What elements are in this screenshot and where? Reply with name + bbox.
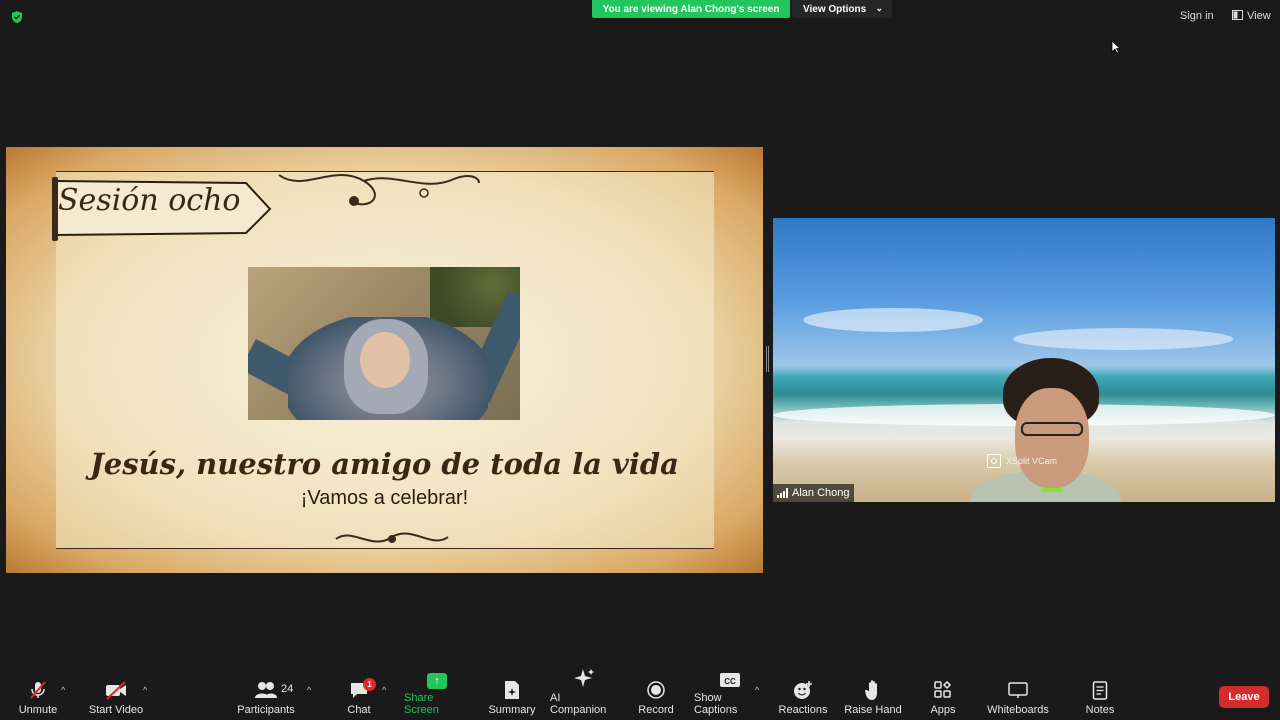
view-button[interactable]: View — [1226, 8, 1277, 24]
viewing-screen-banner: You are viewing Alan Chong's screen — [592, 0, 790, 18]
whiteboard-icon — [1008, 679, 1028, 701]
photo-face — [360, 332, 410, 388]
shared-screen-slide: Sesión ocho Jesús, nuestro amigo de toda… — [6, 147, 763, 573]
decorative-flourish-top — [278, 174, 480, 206]
person-glasses — [1021, 422, 1083, 436]
raise-hand-label: Raise Hand — [844, 704, 902, 716]
summary-document-icon — [503, 679, 521, 701]
leave-label: Leave — [1228, 691, 1260, 703]
raised-hand-icon — [864, 679, 882, 701]
reactions-button[interactable]: Reactions — [778, 672, 828, 720]
participant-name-tag: Alan Chong — [773, 484, 854, 502]
unmute-button[interactable]: Unmute — [14, 672, 62, 720]
sparkle-icon — [573, 667, 595, 689]
video-camera-off-icon — [104, 679, 128, 701]
leave-button[interactable]: Leave — [1219, 686, 1269, 708]
view-options-button[interactable]: View Options ⌄ — [792, 0, 892, 18]
signal-strength-icon — [777, 488, 788, 498]
record-button[interactable]: Record — [634, 672, 678, 720]
participant-person — [941, 358, 1151, 502]
slide-photo — [248, 267, 520, 420]
record-icon — [646, 679, 666, 701]
chat-options-caret-icon[interactable]: ^ — [382, 685, 386, 695]
chat-label: Chat — [347, 704, 371, 716]
raise-hand-button[interactable]: Raise Hand — [843, 672, 903, 720]
apps-grid-icon — [934, 679, 952, 701]
decorative-flourish-bottom — [335, 532, 449, 543]
microphone-muted-icon — [27, 679, 49, 701]
summary-button[interactable]: Summary — [486, 672, 538, 720]
show-captions-label: Show Captions — [694, 692, 738, 716]
participants-icon — [254, 679, 278, 701]
sign-in-button[interactable]: Sign in — [1172, 8, 1222, 24]
camera-label: XSplit VCam — [1006, 456, 1058, 466]
start-video-button[interactable]: Start Video — [86, 672, 146, 720]
camera-icon — [987, 454, 1001, 468]
participants-button[interactable]: Participants — [236, 672, 296, 720]
encryption-shield-icon[interactable] — [10, 10, 24, 24]
notes-label: Notes — [1085, 704, 1115, 716]
virtual-camera-watermark: XSplit VCam — [987, 454, 1057, 468]
notes-button[interactable]: Notes — [1078, 672, 1122, 720]
view-options-label: View Options — [803, 3, 867, 15]
summary-label: Summary — [488, 704, 536, 716]
emoji-plus-icon — [792, 679, 814, 701]
person-face — [1015, 388, 1089, 488]
session-label: Sesión ocho — [58, 183, 241, 218]
ai-companion-button[interactable]: AI Companion — [550, 669, 618, 720]
chevron-down-icon: ⌄ — [875, 3, 883, 13]
apps-button[interactable]: Apps — [922, 672, 964, 720]
participant-video-tile[interactable]: XSplit VCam Alan Chong — [773, 218, 1275, 502]
chat-button[interactable]: Chat 1 — [334, 672, 384, 720]
ai-companion-label: AI Companion — [550, 692, 607, 716]
captions-options-caret-icon[interactable]: ^ — [755, 685, 759, 695]
notes-icon — [1092, 679, 1108, 701]
participant-name: Alan Chong — [792, 487, 850, 499]
mouse-cursor-icon — [1111, 40, 1122, 59]
banner-text: You are viewing Alan Chong's screen — [602, 3, 780, 15]
sign-in-label: Sign in — [1180, 10, 1214, 22]
video-cloud — [1013, 328, 1233, 350]
reactions-label: Reactions — [778, 704, 828, 716]
show-captions-button[interactable]: CC Show Captions — [694, 672, 766, 720]
share-screen-icon: ↑ — [427, 672, 447, 689]
meeting-toolbar: Unmute ^ Start Video ^ Participants 24 ^… — [0, 669, 1280, 720]
share-screen-label: Share Screen — [404, 692, 439, 716]
whiteboards-button[interactable]: Whiteboards — [985, 672, 1051, 720]
apps-label: Apps — [930, 704, 956, 716]
audio-options-caret-icon[interactable]: ^ — [61, 685, 65, 695]
start-video-label: Start Video — [88, 704, 144, 716]
unmute-label: Unmute — [18, 704, 58, 716]
participants-label: Participants — [237, 704, 295, 716]
slide-title: Jesús, nuestro amigo de toda la vida — [90, 447, 679, 481]
participants-options-caret-icon[interactable]: ^ — [307, 685, 311, 695]
svg-text:CC: CC — [724, 677, 736, 686]
slide-subtitle: ¡Vamos a celebrar! — [300, 487, 469, 509]
closed-captions-icon: CC — [719, 671, 741, 689]
share-screen-button[interactable]: ↑ Share Screen — [404, 672, 470, 720]
video-cloud — [803, 308, 983, 332]
split-view-resize-handle[interactable] — [766, 346, 771, 372]
view-layout-icon — [1232, 9, 1243, 23]
record-label: Record — [638, 704, 674, 716]
video-options-caret-icon[interactable]: ^ — [143, 685, 147, 695]
view-label: View — [1247, 10, 1271, 22]
participants-count: 24 — [281, 683, 294, 695]
chat-unread-badge: 1 — [363, 678, 376, 691]
whiteboards-label: Whiteboards — [987, 704, 1049, 716]
